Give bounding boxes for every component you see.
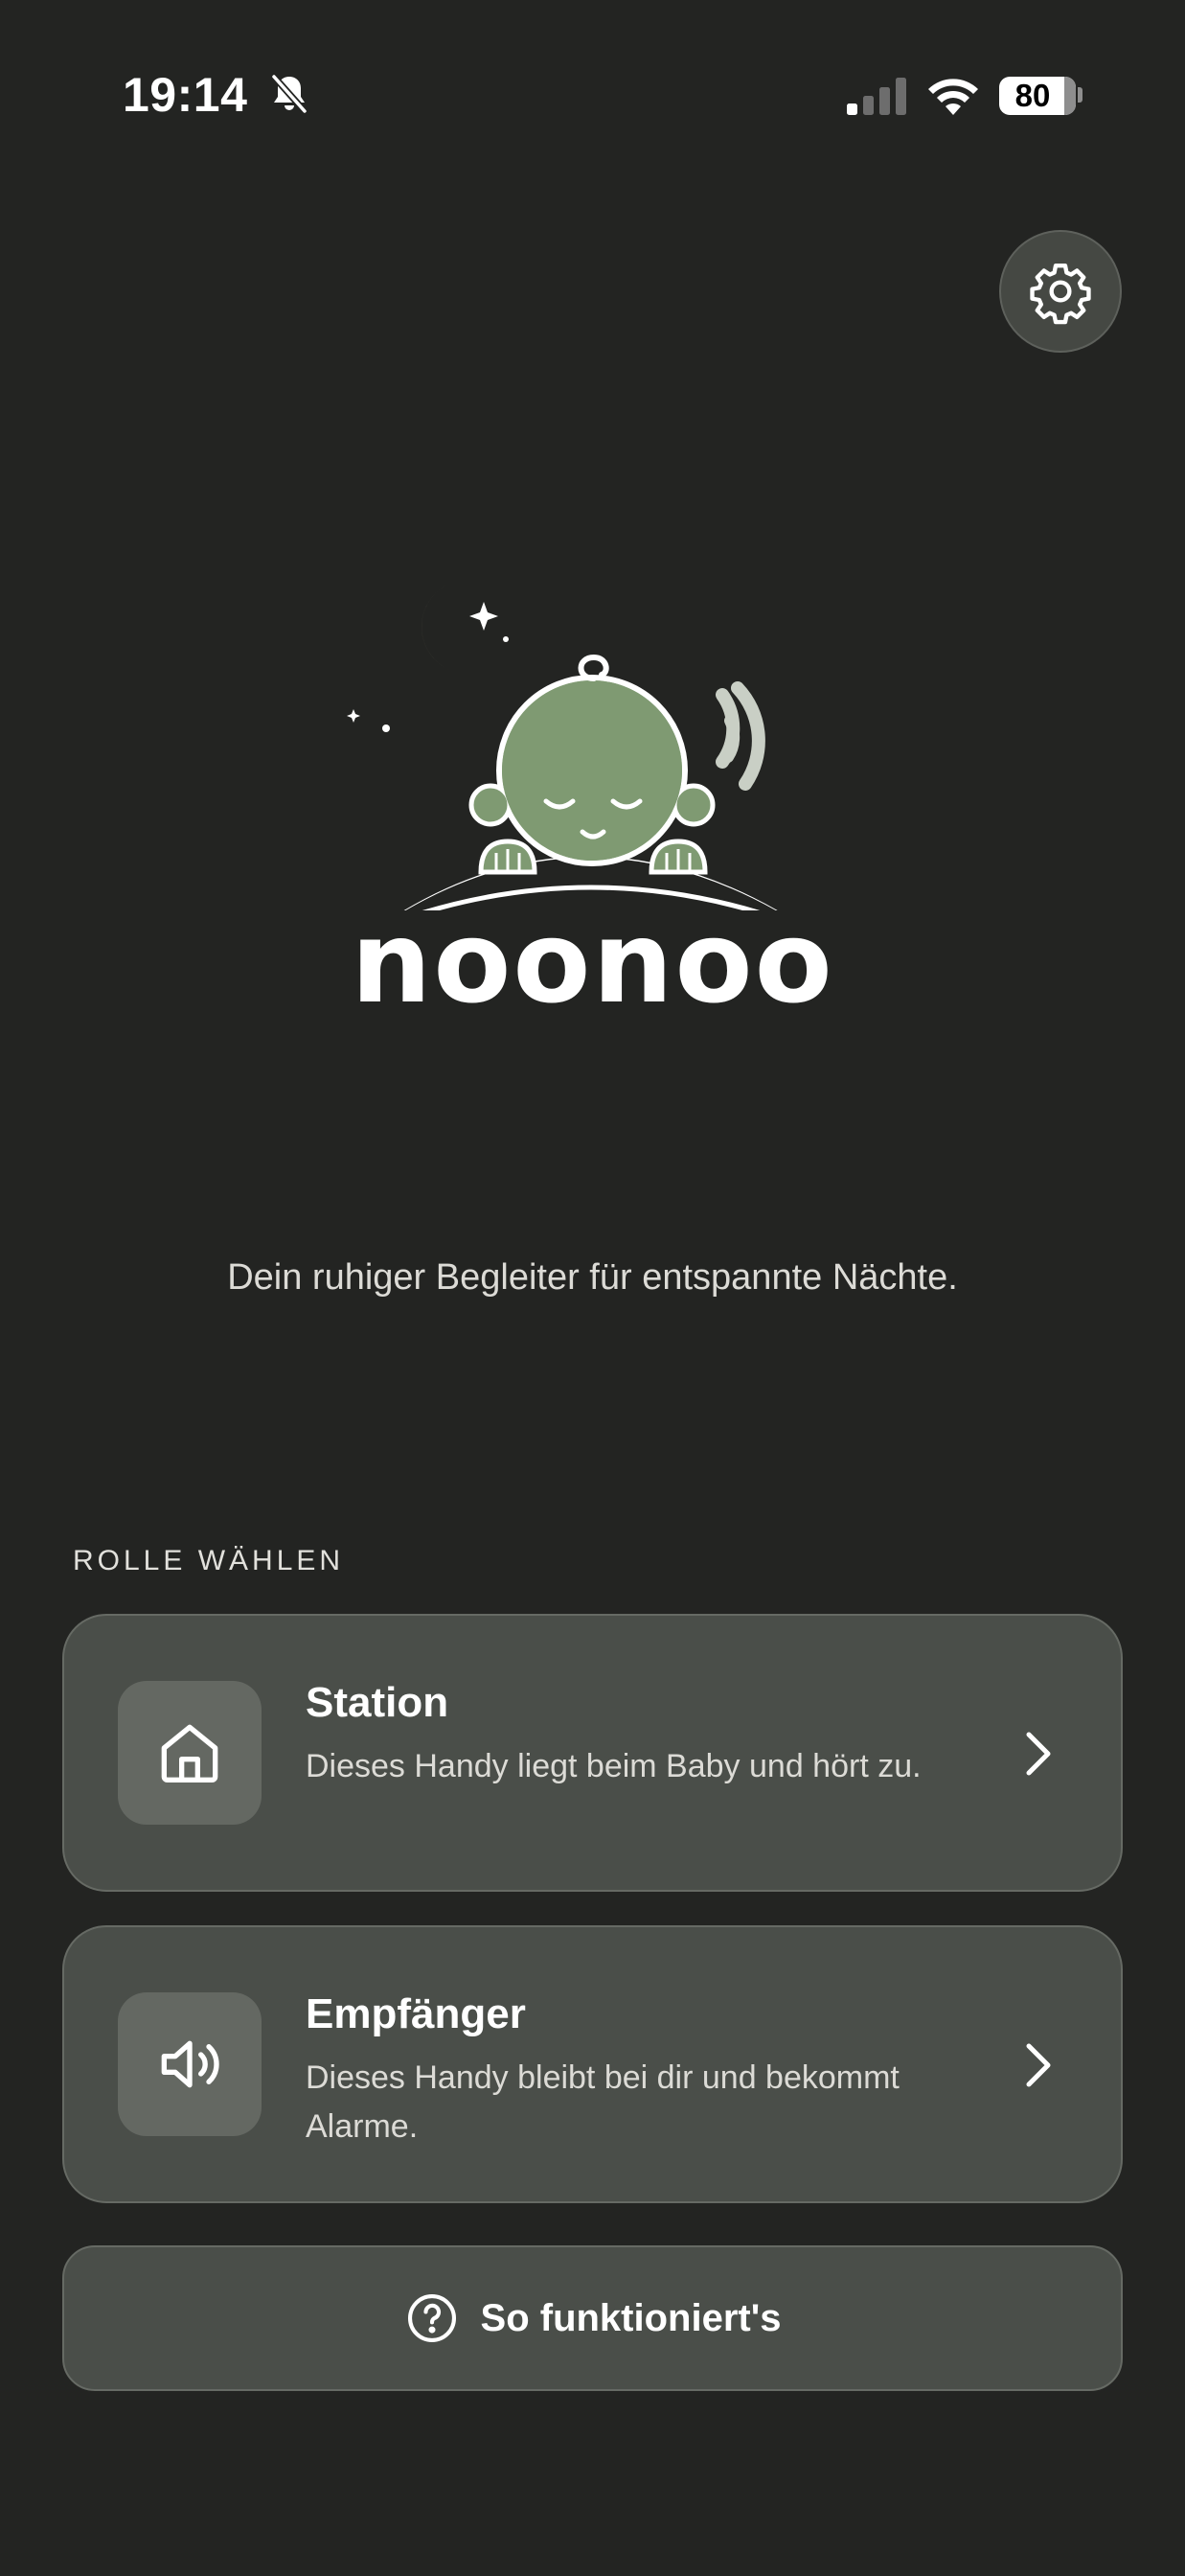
speaker-icon [161,2040,219,2088]
station-title: Station [306,1679,449,1726]
chevron-right-icon [1026,1732,1051,1776]
brand-wordmark: noonoo [351,896,834,1028]
tagline: Dein ruhiger Begleiter für entspannte Nä… [227,1257,958,1298]
moon-icon [422,585,490,675]
wifi-icon [928,79,978,115]
noonoo-logo-illustration [347,585,778,910]
battery-empty-segment [1064,77,1076,115]
receiver-icon-box [118,1992,262,2136]
role-section-label: ROLLE WÄHLEN [73,1545,345,1576]
how-it-works-label: So funktioniert's [480,2296,782,2339]
question-circle-icon [407,2293,456,2343]
home-icon [161,1724,218,1782]
receiver-title: Empfänger [306,1990,526,2037]
battery-icon: 80 [999,77,1076,115]
bell-slash-icon [271,74,308,114]
station-icon-box [118,1681,262,1825]
cellular-signal-icon [847,78,906,115]
status-time: 19:14 [123,68,248,122]
chevron-right-icon [1026,2043,1051,2087]
role-option-station[interactable]: Station Dieses Handy liegt beim Baby und… [62,1614,1123,1892]
battery-level: 80 [1014,78,1051,113]
gear-icon [1030,263,1091,325]
star-icon [469,602,498,631]
station-description: Dieses Handy liegt beim Baby und hört zu… [306,1748,922,1784]
role-option-receiver[interactable]: Empfänger Dieses Handy bleibt bei dir un… [62,1925,1123,2203]
settings-button[interactable] [999,230,1122,353]
receiver-description: Dieses Handy bleibt bei dir und bekommt … [306,2059,900,2145]
battery-cap [1078,87,1082,103]
baby-face-icon [468,654,716,875]
how-it-works-button[interactable]: So funktioniert's [62,2245,1123,2391]
